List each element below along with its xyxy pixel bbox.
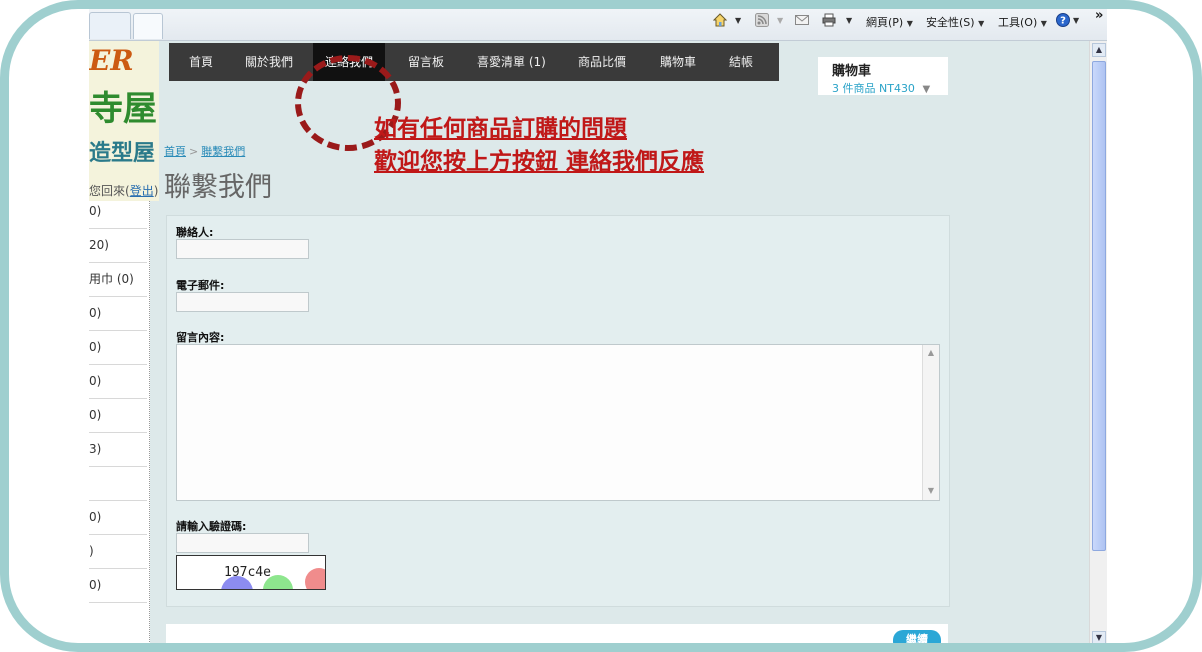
scrollbar-thumb[interactable] <box>1092 61 1106 551</box>
breadcrumb-separator: > <box>189 145 199 158</box>
print-icon[interactable] <box>822 13 836 27</box>
notice-line-1: 如有任何商品訂購的問題 <box>374 116 627 142</box>
textarea-scrollbar[interactable]: ▲ ▼ <box>922 345 939 500</box>
category-item[interactable]: 0) <box>89 399 147 433</box>
screenshot-frame: ▼ ▼ ▼ 網頁(P) ▼ 安全性(S) ▼ 工具(O) ▼ ? ▼ » ER … <box>0 0 1202 652</box>
chevron-down-icon: ▼ <box>906 19 913 28</box>
contact-notice: 如有任何商品訂購的問題 歡迎您按上方按鈕 連絡我們反應 <box>374 113 704 179</box>
contact-name-input[interactable] <box>176 239 309 259</box>
overflow-chevron[interactable]: » <box>1095 8 1103 23</box>
category-item[interactable]: 用巾 (0) <box>89 263 147 297</box>
logo-text-bottom: 造型屋 <box>89 141 156 166</box>
site-logo[interactable]: ER 寺屋 造型屋 <box>89 41 159 201</box>
welcome-suffix: ) <box>153 184 159 198</box>
print-dropdown-icon[interactable]: ▼ <box>846 16 852 25</box>
home-dropdown-icon[interactable]: ▼ <box>735 16 741 25</box>
logo-text-middle: 寺屋 <box>89 89 157 129</box>
rss-feed-icon[interactable] <box>755 13 769 27</box>
category-item[interactable]: 0) <box>89 569 147 603</box>
scroll-up-icon[interactable]: ▲ <box>926 348 936 358</box>
page-menu[interactable]: 網頁(P) ▼ <box>866 14 913 30</box>
nav-item-home[interactable]: 首頁 <box>189 43 213 81</box>
nav-item-about[interactable]: 關於我們 <box>245 43 293 81</box>
breadcrumb: 首頁 > 聯繫我們 <box>164 143 245 159</box>
category-item[interactable] <box>89 467 147 501</box>
left-sidebar: ER 寺屋 造型屋 您回來(登出) 0) 20) 用巾 (0) 0) 0) 0)… <box>89 41 159 652</box>
page-title: 聯繫我們 <box>164 172 272 203</box>
contact-name-label: 聯絡人: <box>176 226 214 239</box>
captcha-code: 197c4e <box>224 565 271 580</box>
message-label: 留言內容: <box>176 331 225 344</box>
scroll-up-icon[interactable]: ▲ <box>1092 43 1106 57</box>
form-footer <box>166 624 948 652</box>
safety-menu-label: 安全性(S) <box>926 16 975 29</box>
email-label: 電子郵件: <box>176 279 225 292</box>
feed-dropdown-icon[interactable]: ▼ <box>777 16 783 25</box>
help-dropdown-icon[interactable]: ▼ <box>1073 16 1079 25</box>
captcha-label: 請輸入驗證碼: <box>176 520 247 533</box>
chevron-down-icon: ▼ <box>922 84 931 95</box>
nav-item-guestbook[interactable]: 留言板 <box>408 43 444 81</box>
chevron-down-icon: ▼ <box>978 19 985 28</box>
mail-icon[interactable] <box>795 13 809 27</box>
page-scrollbar[interactable]: ▲ ▼ <box>1089 41 1107 652</box>
tools-menu[interactable]: 工具(O) ▼ <box>998 14 1047 30</box>
page-menu-label: 網頁(P) <box>866 16 904 29</box>
breadcrumb-home-link[interactable]: 首頁 <box>164 145 186 158</box>
logo-text-top: ER <box>89 44 134 77</box>
notice-line-2: 歡迎您按上方按鈕 連絡我們反應 <box>374 149 705 175</box>
browser-tab[interactable] <box>89 12 131 39</box>
tools-menu-label: 工具(O) <box>998 16 1038 29</box>
safety-menu[interactable]: 安全性(S) ▼ <box>926 14 984 30</box>
category-item[interactable]: 0) <box>89 297 147 331</box>
scroll-down-icon[interactable]: ▼ <box>1092 631 1106 645</box>
message-textarea[interactable]: ▲ ▼ <box>176 344 940 501</box>
cart-summary[interactable]: 3 件商品 NT430 ▼ <box>832 80 930 96</box>
category-item[interactable]: 0) <box>89 331 147 365</box>
category-item[interactable]: 0) <box>89 365 147 399</box>
main-navigation: 首頁 關於我們 連絡我們 留言板 喜愛清單 (1) 商品比價 購物車 結帳 <box>169 43 779 81</box>
email-input[interactable] <box>176 292 309 312</box>
breadcrumb-current-link[interactable]: 聯繫我們 <box>201 145 245 158</box>
web-page: ER 寺屋 造型屋 您回來(登出) 0) 20) 用巾 (0) 0) 0) 0)… <box>89 41 1089 652</box>
nav-item-checkout[interactable]: 結帳 <box>729 43 753 81</box>
cart-title: 購物車 <box>832 64 872 79</box>
help-icon[interactable]: ? <box>1056 13 1070 27</box>
contact-form: 聯絡人: 電子郵件: 留言內容: ▲ ▼ 請輸入驗證碼: 197c4e <box>166 215 950 607</box>
browser-command-bar: ▼ ▼ ▼ 網頁(P) ▼ 安全性(S) ▼ 工具(O) ▼ ? ▼ » <box>89 0 1107 41</box>
browser-viewport: ▼ ▼ ▼ 網頁(P) ▼ 安全性(S) ▼ 工具(O) ▼ ? ▼ » ER … <box>89 0 1107 652</box>
captcha-input[interactable] <box>176 533 309 553</box>
nav-item-wishlist[interactable]: 喜愛清單 (1) <box>477 43 546 81</box>
category-item[interactable]: ) <box>89 535 147 569</box>
chevron-down-icon: ▼ <box>1040 19 1047 28</box>
category-item[interactable]: 0) <box>89 195 147 229</box>
category-list: 0) 20) 用巾 (0) 0) 0) 0) 0) 3) 0) ) 0) <box>89 195 147 603</box>
cart-summary-text: 3 件商品 NT430 <box>832 82 915 95</box>
svg-text:?: ? <box>1060 16 1066 27</box>
new-tab-button[interactable] <box>133 13 163 39</box>
captcha-image: 197c4e <box>176 555 326 590</box>
cart-widget[interactable]: 購物車 3 件商品 NT430 ▼ <box>818 57 948 95</box>
category-item[interactable]: 0) <box>89 501 147 535</box>
captcha-noise-dot <box>305 568 325 589</box>
nav-item-cart[interactable]: 購物車 <box>660 43 696 81</box>
continue-button[interactable]: 繼續 <box>893 630 941 652</box>
scroll-down-icon[interactable]: ▼ <box>926 486 936 496</box>
category-item[interactable]: 3) <box>89 433 147 467</box>
home-icon[interactable] <box>713 13 727 27</box>
nav-item-compare[interactable]: 商品比價 <box>578 43 626 81</box>
category-item[interactable]: 20) <box>89 229 147 263</box>
